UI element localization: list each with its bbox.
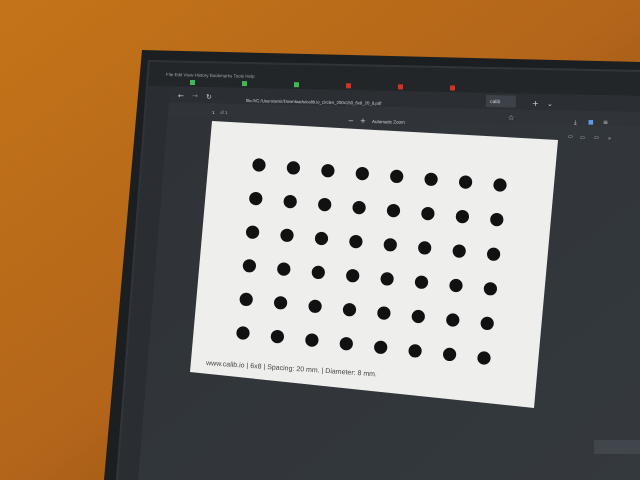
tab-favicon-icon[interactable] [450,85,455,91]
calibration-dot [308,299,322,313]
calibration-dot [339,337,353,351]
more-tools-icon[interactable]: » [608,136,611,142]
calibration-dot [480,316,494,330]
calibration-dot [490,213,504,227]
calibration-dot [443,347,457,361]
menu-help[interactable]: Help [245,74,255,79]
calibration-dot [311,265,325,279]
calibration-dot [477,351,491,365]
calibration-dot [236,326,250,340]
calibration-dot [352,201,366,215]
calibration-dot [321,164,335,178]
calibration-dot [349,235,363,249]
calibration-dot [414,275,429,289]
tab-favicon-icon[interactable] [294,82,299,88]
calibration-dot [421,207,435,221]
calibration-dot [239,292,253,306]
tab-favicon-icon[interactable] [398,84,403,90]
calibration-dot [277,262,291,276]
calibration-dot [270,330,284,344]
calibration-dot [342,303,357,317]
calibration-dot [246,225,260,239]
calibration-dot [286,161,300,175]
tab-favicon-icon[interactable] [242,81,247,87]
reload-icon[interactable]: ↻ [206,93,212,101]
calibration-dot [493,178,507,192]
calibration-dot [252,158,266,172]
forward-icon[interactable]: → [192,92,198,100]
page-count-label: of 1 [220,110,228,115]
calibration-dot [274,296,288,310]
calibration-dot [446,313,460,327]
photo-scene: calib + ⌄ File Edit View History Bookmar… [0,0,640,480]
calibration-dot [386,204,401,218]
chevron-down-icon[interactable]: ⌄ [547,100,553,108]
calibration-dot [318,198,332,212]
calibration-dot [355,167,369,181]
calibration-dot [390,169,404,183]
calibration-dot [411,309,425,324]
calibration-dot [305,333,319,347]
active-tab-label: calib [490,99,501,105]
calibration-dot [380,272,394,286]
side-panel [594,440,640,454]
calibration-dot [483,282,497,296]
calibration-dot [455,210,469,224]
calibration-dot [242,259,256,273]
bookmark-star-icon[interactable]: ☆ [508,114,514,122]
zoom-out-icon[interactable]: − [348,117,354,125]
menu-icon[interactable]: ≡ [603,119,608,126]
zoom-select[interactable]: Automatic Zoom [372,119,405,125]
calibration-dot [424,172,438,186]
calibration-dot [487,247,501,261]
calibration-dot [280,228,294,242]
tools-icon[interactable]: ▭ [594,135,599,141]
calibration-dot [377,306,391,320]
calibration-dot [374,340,388,354]
calibration-dot [459,175,473,189]
new-tab-icon[interactable]: + [532,99,539,108]
print-icon[interactable]: ▭ [568,134,573,140]
tab-favicon-icon[interactable] [190,80,195,85]
back-icon[interactable]: ← [178,92,184,100]
calibration-dot [449,278,463,293]
calibration-dot [452,244,466,258]
calibration-dot [314,231,329,246]
menu-history[interactable]: History [194,73,209,78]
calibration-dot [249,192,263,206]
menu-bookmarks[interactable]: Bookmarks [210,73,233,78]
save-icon[interactable]: ▭ [580,135,585,141]
calibration-dot [418,241,432,255]
calibration-dot [283,195,297,209]
calibration-dot [346,269,360,283]
tab-favicon-icon[interactable] [346,83,351,89]
downloads-icon[interactable]: ⤓ [574,119,577,126]
calibration-dot [408,344,422,358]
zoom-in-icon[interactable]: + [360,117,366,125]
calibration-dot [383,238,397,252]
extensions-icon[interactable]: ■ [588,119,594,126]
